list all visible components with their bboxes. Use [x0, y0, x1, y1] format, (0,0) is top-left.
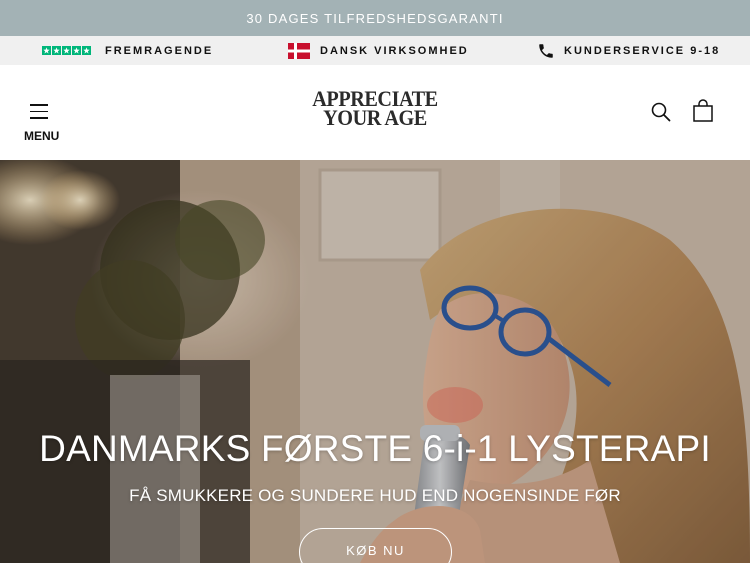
buy-now-label: KØB NU	[346, 543, 405, 558]
trustpilot-stars-icon	[42, 46, 91, 55]
logo-line-2: YOUR AGE	[323, 105, 427, 130]
site-header: MENU APPRECIATE YOUR AGE	[0, 65, 750, 160]
search-icon	[651, 102, 671, 122]
buy-now-button[interactable]: KØB NU	[299, 528, 452, 563]
hero-subtitle: FÅ SMUKKERE OG SUNDERE HUD END NOGENSIND…	[129, 486, 621, 505]
trust-item-support: KUNDERSERVICE 9-18	[537, 36, 720, 65]
site-logo[interactable]: APPRECIATE YOUR AGE	[290, 88, 460, 130]
announcement-text: 30 DAGES TILFREDSHEDSGARANTI	[246, 10, 504, 26]
trust-label-support: KUNDERSERVICE 9-18	[564, 44, 721, 57]
hamburger-icon	[30, 104, 48, 119]
trust-bar: FREMRAGENDE DANSK VIRKSOMHED KUNDERSERVI…	[0, 36, 750, 65]
menu-label: MENU	[24, 129, 60, 143]
trust-item-rating: FREMRAGENDE	[42, 36, 213, 65]
shopping-bag-icon	[693, 99, 713, 122]
announcement-bar: 30 DAGES TILFREDSHEDSGARANTI	[0, 0, 750, 36]
cart-button[interactable]	[691, 99, 715, 123]
hero-banner: DANMARKS FØRSTE 6-i-1 LYSTERAPI FÅ SMUKK…	[0, 160, 750, 563]
trust-label-rating: FREMRAGENDE	[105, 44, 214, 57]
menu-button[interactable]: MENU	[22, 99, 60, 143]
trust-item-danish: DANSK VIRKSOMHED	[288, 36, 469, 65]
phone-icon	[539, 43, 553, 58]
danish-flag-icon	[288, 42, 310, 59]
search-button[interactable]	[650, 101, 672, 123]
hero-title: DANMARKS FØRSTE 6-i-1 LYSTERAPI	[39, 428, 711, 469]
trust-label-danish: DANSK VIRKSOMHED	[320, 44, 469, 57]
